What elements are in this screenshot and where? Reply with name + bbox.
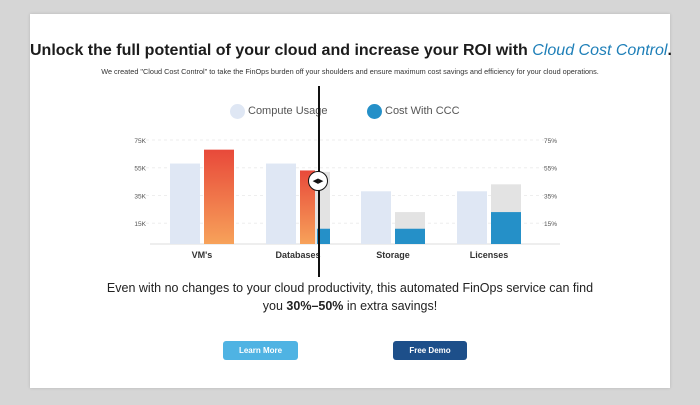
bar-compute-usage bbox=[457, 191, 487, 244]
x-category-label: Storage bbox=[376, 250, 410, 260]
x-category-label: Databases bbox=[275, 250, 320, 260]
bar-cost-with-ccc bbox=[395, 228, 425, 244]
free-demo-button[interactable]: Free Demo bbox=[393, 341, 467, 360]
bar-compute-usage bbox=[361, 191, 391, 244]
bar-cost-with-ccc bbox=[204, 149, 234, 244]
savings-text: Even with no changes to your cloud produ… bbox=[30, 279, 670, 315]
bar-compute-usage bbox=[170, 163, 200, 244]
savings-line-1: Even with no changes to your cloud produ… bbox=[106, 281, 594, 295]
y-tick-right: 75% bbox=[544, 138, 557, 145]
y-tick-left: 15K bbox=[134, 221, 146, 228]
x-category-label: Licenses bbox=[470, 250, 509, 260]
y-tick-right: 35% bbox=[544, 193, 557, 200]
y-tick-right: 15% bbox=[544, 221, 557, 228]
bar-cost-with-ccc bbox=[491, 212, 521, 244]
y-tick-left: 75K bbox=[134, 138, 146, 145]
y-tick-right: 55% bbox=[544, 166, 557, 173]
learn-more-button[interactable]: Learn More bbox=[223, 341, 298, 360]
bar-compute-usage bbox=[266, 163, 296, 244]
savings-line-2-pre: you bbox=[262, 299, 287, 313]
y-tick-left: 35K bbox=[134, 193, 146, 200]
cost-comparison-chart: 75K 75% 55K 55% 35K 35% 15K 15% VM's Databases Sto… bbox=[134, 138, 560, 260]
x-category-label: VM's bbox=[192, 250, 213, 260]
drag-arrows-icon[interactable]: ◀▶ bbox=[308, 171, 328, 191]
y-tick-left: 55K bbox=[134, 166, 146, 173]
savings-highlight: 30%–50% bbox=[286, 299, 344, 313]
savings-line-2-post: in extra savings! bbox=[343, 299, 438, 313]
promo-card: Unlock the full potential of your cloud … bbox=[30, 14, 672, 388]
